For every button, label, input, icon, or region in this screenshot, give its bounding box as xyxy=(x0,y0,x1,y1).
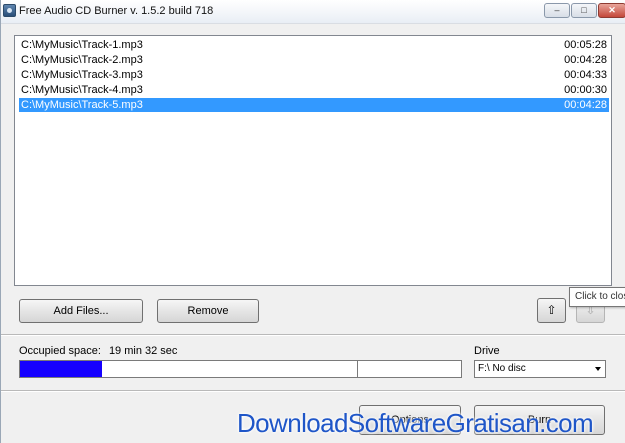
app-window: Free Audio CD Burner v. 1.5.2 build 718 … xyxy=(0,0,625,443)
move-up-button[interactable]: ⇧ xyxy=(537,298,566,323)
track-path: C:\MyMusic\Track-4.mp3 xyxy=(21,84,143,96)
tooltip: Click to clos xyxy=(569,287,625,307)
arrow-up-icon: ⇧ xyxy=(546,303,557,317)
track-row[interactable]: C:\MyMusic\Track-2.mp3 00:04:28 xyxy=(19,53,609,67)
disc-capacity-marker xyxy=(357,361,359,377)
separator xyxy=(1,390,625,392)
track-row[interactable]: C:\MyMusic\Track-1.mp3 00:05:28 xyxy=(19,38,609,52)
track-row[interactable]: C:\MyMusic\Track-3.mp3 00:04:33 xyxy=(19,68,609,82)
minimize-icon: – xyxy=(554,5,560,15)
title-bar[interactable]: Free Audio CD Burner v. 1.5.2 build 718 … xyxy=(1,0,625,24)
track-row-selected[interactable]: C:\MyMusic\Track-5.mp3 00:04:28 xyxy=(19,98,609,112)
close-icon: ✕ xyxy=(608,5,616,15)
maximize-icon: □ xyxy=(581,5,587,15)
remove-button[interactable]: Remove xyxy=(157,299,259,323)
chevron-down-icon xyxy=(595,367,601,371)
track-path: C:\MyMusic\Track-5.mp3 xyxy=(21,99,143,111)
occupied-space-label: Occupied space: xyxy=(19,345,101,357)
drive-select-value: F:\ No disc xyxy=(478,363,526,374)
track-row[interactable]: C:\MyMusic\Track-4.mp3 00:00:30 xyxy=(19,83,609,97)
close-button[interactable]: ✕ xyxy=(598,3,625,18)
minimize-button[interactable]: – xyxy=(544,3,570,18)
window-title: Free Audio CD Burner v. 1.5.2 build 718 xyxy=(19,5,214,17)
track-path: C:\MyMusic\Track-3.mp3 xyxy=(21,69,143,81)
track-duration: 00:04:28 xyxy=(564,54,607,66)
maximize-button[interactable]: □ xyxy=(571,3,597,18)
track-list[interactable]: C:\MyMusic\Track-1.mp3 00:05:28 C:\MyMus… xyxy=(14,35,612,286)
add-files-button[interactable]: Add Files... xyxy=(19,299,143,323)
drive-select[interactable]: F:\ No disc xyxy=(474,360,606,378)
track-duration: 00:00:30 xyxy=(564,84,607,96)
separator xyxy=(1,334,625,336)
track-duration: 00:04:33 xyxy=(564,69,607,81)
space-progress-bar xyxy=(19,360,462,378)
cd-burner-app-icon[interactable] xyxy=(3,4,16,17)
burn-button[interactable]: Burn xyxy=(474,405,605,435)
options-button[interactable]: Options xyxy=(359,405,461,435)
track-duration: 00:05:28 xyxy=(564,39,607,51)
track-duration: 00:04:28 xyxy=(564,99,607,111)
space-progress-fill xyxy=(20,361,102,377)
track-path: C:\MyMusic\Track-2.mp3 xyxy=(21,54,143,66)
occupied-space-value: 19 min 32 sec xyxy=(108,345,178,357)
occupied-space: Occupied space: 19 min 32 sec xyxy=(19,345,177,357)
drive-label: Drive xyxy=(474,345,500,357)
track-path: C:\MyMusic\Track-1.mp3 xyxy=(21,39,143,51)
